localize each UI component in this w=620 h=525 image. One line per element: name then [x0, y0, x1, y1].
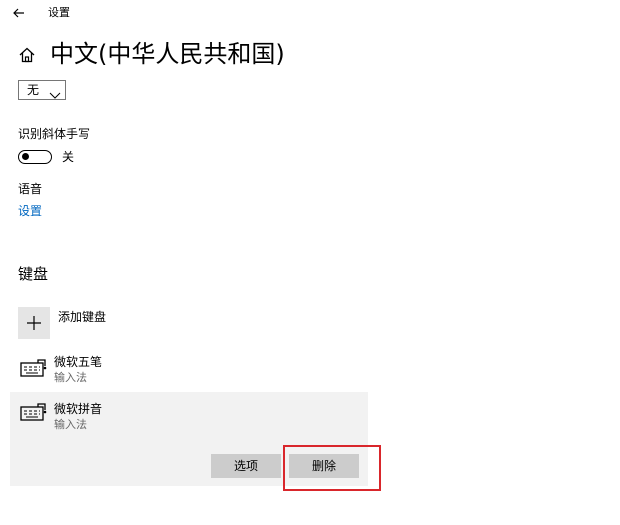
add-keyboard-label[interactable]: 添加键盘 [58, 309, 106, 325]
keyboard-item-subtitle: 输入法 [54, 371, 87, 384]
handwriting-label: 识别斜体手写 [18, 127, 91, 141]
options-button[interactable]: 选项 [211, 454, 281, 478]
dropdown-value: 无 [27, 83, 40, 97]
back-arrow-icon[interactable] [10, 4, 28, 22]
keyboard-item-title: 微软五笔 [54, 355, 103, 369]
language-dropdown[interactable]: 无 [18, 80, 66, 100]
speech-label: 语音 [18, 182, 43, 196]
home-icon [18, 46, 36, 64]
keyboard-item-title: 微软拼音 [54, 402, 103, 416]
settings-window: 设置 中文(中华人民共和国) 无 识别斜体手写 关 语音 设置 键盘 添加键盘 [0, 0, 620, 525]
toggle-state-label: 关 [62, 150, 75, 164]
highlight-annotation-box [283, 445, 381, 491]
keyboard-item-subtitle: 输入法 [54, 418, 87, 431]
toggle-knob [22, 153, 29, 160]
chevron-down-icon [49, 86, 61, 99]
keyboard-icon [20, 402, 48, 422]
add-keyboard-button[interactable] [18, 307, 50, 339]
handwriting-toggle[interactable] [18, 150, 52, 164]
keyboard-item-wubi[interactable]: 微软五笔 输入法 [18, 354, 358, 388]
page-title: 中文(中华人民共和国) [50, 40, 285, 68]
keyboard-icon [20, 358, 48, 378]
window-title: 设置 [48, 6, 70, 19]
plus-icon [27, 316, 41, 330]
speech-settings-link[interactable]: 设置 [18, 203, 42, 219]
keyboard-section-title: 键盘 [18, 265, 49, 283]
